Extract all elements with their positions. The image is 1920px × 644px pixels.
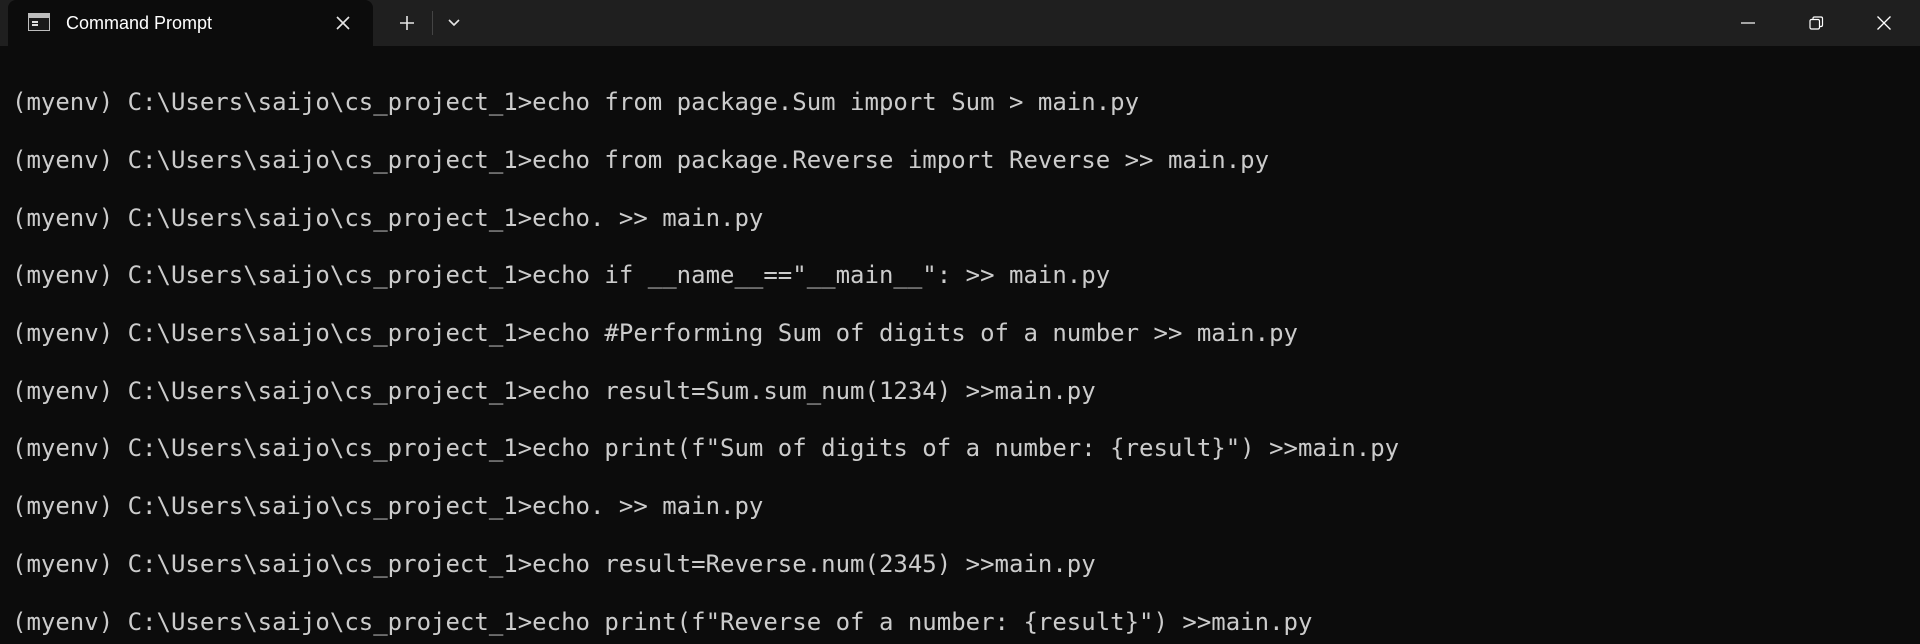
terminal-line: (myenv) C:\Users\saijo\cs_project_1>echo… [12, 146, 1270, 174]
new-tab-button[interactable] [391, 8, 423, 38]
minimize-button[interactable] [1714, 0, 1782, 46]
minimize-icon [1741, 22, 1755, 24]
title-bar: Command Prompt [0, 0, 1920, 46]
tab-close-button[interactable] [330, 10, 356, 36]
close-icon [1877, 16, 1891, 30]
terminal-line: (myenv) C:\Users\saijo\cs_project_1>echo… [12, 550, 1096, 578]
terminal-line: (myenv) C:\Users\saijo\cs_project_1>echo… [12, 204, 764, 232]
restore-icon [1809, 16, 1824, 30]
terminal-output[interactable]: (myenv) C:\Users\saijo\cs_project_1>echo… [0, 46, 1920, 644]
terminal-line: (myenv) C:\Users\saijo\cs_project_1>echo… [12, 377, 1096, 405]
terminal-line: (myenv) C:\Users\saijo\cs_project_1>echo… [12, 492, 764, 520]
terminal-line: (myenv) C:\Users\saijo\cs_project_1>echo… [12, 261, 1111, 289]
terminal-line: (myenv) C:\Users\saijo\cs_project_1>echo… [12, 608, 1313, 636]
restore-button[interactable] [1782, 0, 1850, 46]
cmd-icon [28, 13, 50, 31]
chevron-down-icon [448, 19, 460, 27]
profile-dropdown-button[interactable] [438, 8, 470, 38]
terminal-line: (myenv) C:\Users\saijo\cs_project_1>echo… [12, 434, 1400, 462]
tab-separator [432, 11, 433, 35]
terminal-line: (myenv) C:\Users\saijo\cs_project_1>echo… [12, 88, 1140, 116]
terminal-window: Command Prompt (myenv) C:\Users\saijo\cs… [0, 0, 1920, 644]
close-window-button[interactable] [1850, 0, 1918, 46]
close-icon [336, 16, 350, 30]
tab-command-prompt[interactable]: Command Prompt [8, 0, 373, 46]
tab-title: Command Prompt [66, 13, 213, 33]
plus-icon [400, 16, 414, 30]
terminal-line: (myenv) C:\Users\saijo\cs_project_1>echo… [12, 319, 1298, 347]
